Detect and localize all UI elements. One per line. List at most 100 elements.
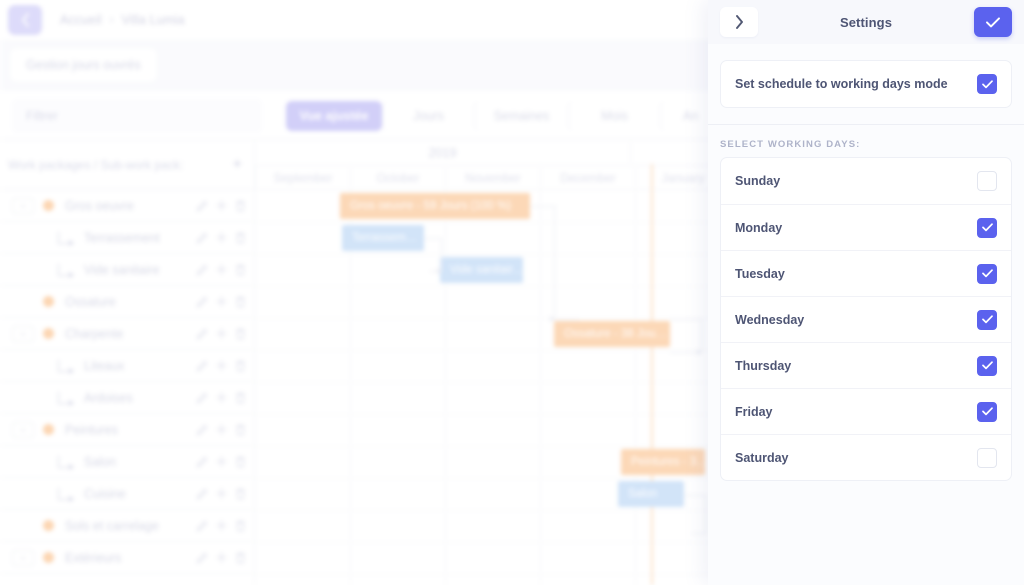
add-sub-task-icon[interactable] xyxy=(216,200,227,211)
working-day-row[interactable]: Monday xyxy=(721,204,1011,250)
table-row[interactable]: Ossature xyxy=(0,286,254,318)
table-row[interactable]: Sols et carrelage xyxy=(0,510,254,542)
edit-pencil-icon[interactable] xyxy=(196,232,208,244)
view-tab-group: Vue ajustée Jours Semaines Mois An xyxy=(286,99,720,133)
edit-pencil-icon[interactable] xyxy=(196,200,208,212)
table-row[interactable]: − Charpente xyxy=(0,318,254,350)
add-sub-task-icon[interactable] xyxy=(216,264,227,275)
edit-pencil-icon[interactable] xyxy=(196,488,208,500)
collapse-toggle-icon[interactable]: − xyxy=(12,325,34,342)
edit-pencil-icon[interactable] xyxy=(196,392,208,404)
task-name: Extérieurs xyxy=(65,550,122,565)
delete-trash-icon[interactable] xyxy=(235,232,246,244)
working-day-row[interactable]: Wednesday xyxy=(721,296,1011,342)
row-actions xyxy=(196,520,246,532)
working-day-label: Saturday xyxy=(735,450,789,465)
table-row[interactable]: Salon xyxy=(0,446,254,478)
app-root: Accueil › Villa Lumia Gestion jours ouvr… xyxy=(0,0,1024,585)
working-days-mode-checkbox[interactable] xyxy=(977,74,997,94)
table-row[interactable]: Vide sanitaire xyxy=(0,254,254,286)
working-day-row[interactable]: Sunday xyxy=(721,158,1011,204)
delete-trash-icon[interactable] xyxy=(235,488,246,500)
breadcrumb-current[interactable]: Villa Lumia xyxy=(122,13,185,27)
delete-trash-icon[interactable] xyxy=(235,360,246,372)
working-day-checkbox[interactable] xyxy=(977,217,997,238)
collapse-toggle-icon[interactable]: − xyxy=(12,421,34,438)
working-day-checkbox[interactable] xyxy=(977,309,997,330)
view-tab-semaines[interactable]: Semaines xyxy=(474,101,568,131)
working-day-row[interactable]: Tuesday xyxy=(721,250,1011,296)
edit-pencil-icon[interactable] xyxy=(196,360,208,372)
status-dot-icon xyxy=(43,296,54,307)
add-sub-task-icon[interactable] xyxy=(216,232,227,243)
collapse-toggle-icon[interactable]: − xyxy=(12,197,34,214)
table-row[interactable]: Cuisine xyxy=(0,478,254,510)
delete-trash-icon[interactable] xyxy=(235,264,246,276)
working-day-row[interactable]: Saturday xyxy=(721,434,1011,480)
working-day-checkbox[interactable] xyxy=(977,263,997,284)
delete-trash-icon[interactable] xyxy=(235,200,246,212)
table-row[interactable]: − Gros oeuvre xyxy=(0,190,254,222)
working-days-mode-row[interactable]: Set schedule to working days mode xyxy=(721,61,1011,107)
gantt-month-label: November xyxy=(445,166,540,190)
add-sub-task-icon[interactable] xyxy=(216,520,227,531)
delete-trash-icon[interactable] xyxy=(235,552,246,564)
collapse-toggle-icon[interactable]: − xyxy=(12,549,34,566)
edit-pencil-icon[interactable] xyxy=(196,520,208,532)
add-sub-task-icon[interactable] xyxy=(216,328,227,339)
gantt-task-bar[interactable]: Gros oeuvre - 59 Jours (100 %) xyxy=(340,193,530,219)
delete-trash-icon[interactable] xyxy=(235,296,246,308)
delete-trash-icon[interactable] xyxy=(235,456,246,468)
edit-pencil-icon[interactable] xyxy=(196,264,208,276)
edit-pencil-icon[interactable] xyxy=(196,296,208,308)
working-day-checkbox[interactable] xyxy=(977,447,997,468)
today-marker-line xyxy=(651,190,653,585)
working-day-checkbox[interactable] xyxy=(977,401,997,422)
working-day-row[interactable]: Thursday xyxy=(721,342,1011,388)
delete-trash-icon[interactable] xyxy=(235,392,246,404)
task-name: Charpente xyxy=(65,326,124,341)
gantt-task-bar[interactable]: Salon xyxy=(618,481,684,507)
breadcrumb-home[interactable]: Accueil xyxy=(60,13,102,27)
table-row[interactable]: Ardoises xyxy=(0,382,254,414)
table-row[interactable]: − Extérieurs xyxy=(0,542,254,574)
tab-gestion-jours-ouvres[interactable]: Gestion jours ouvrés xyxy=(10,48,157,82)
task-table-header: Work packages / Sub-work pack: + xyxy=(0,140,254,190)
working-day-checkbox[interactable] xyxy=(977,355,997,376)
add-sub-task-icon[interactable] xyxy=(216,456,227,467)
edit-pencil-icon[interactable] xyxy=(196,552,208,564)
add-sub-task-icon[interactable] xyxy=(216,296,227,307)
back-button[interactable] xyxy=(8,5,42,35)
edit-pencil-icon[interactable] xyxy=(196,424,208,436)
table-row[interactable]: Liteaux xyxy=(0,350,254,382)
add-sub-task-icon[interactable] xyxy=(216,552,227,563)
add-sub-task-icon[interactable] xyxy=(216,424,227,435)
collapse-panel-button[interactable] xyxy=(720,7,758,37)
add-sub-task-icon[interactable] xyxy=(216,360,227,371)
table-row[interactable]: − Peintures xyxy=(0,414,254,446)
add-work-package-icon[interactable]: + xyxy=(233,156,242,173)
delete-trash-icon[interactable] xyxy=(235,328,246,340)
confirm-settings-button[interactable] xyxy=(974,7,1012,37)
toggle-spacer xyxy=(12,390,34,406)
working-day-row[interactable]: Friday xyxy=(721,388,1011,434)
edit-pencil-icon[interactable] xyxy=(196,328,208,340)
dependency-link xyxy=(554,206,555,319)
working-day-checkbox[interactable] xyxy=(977,171,997,191)
add-sub-task-icon[interactable] xyxy=(216,488,227,499)
view-tab-vue-ajustee[interactable]: Vue ajustée xyxy=(286,101,382,131)
delete-trash-icon[interactable] xyxy=(235,520,246,532)
gantt-task-bar[interactable]: Peintures - 3… xyxy=(621,449,705,475)
view-tab-jours[interactable]: Jours xyxy=(382,101,474,131)
table-row[interactable]: Terrassement xyxy=(0,222,254,254)
filter-input[interactable]: Filtrer xyxy=(12,98,262,133)
gantt-task-bar[interactable]: Ossature - 38 Jou… xyxy=(554,321,670,347)
toggle-spacer xyxy=(12,454,34,470)
gantt-task-bar[interactable]: Vide sanitair… xyxy=(440,257,523,283)
edit-pencil-icon[interactable] xyxy=(196,456,208,468)
add-sub-task-icon[interactable] xyxy=(216,392,227,403)
sub-task-arrow-icon xyxy=(58,487,74,502)
delete-trash-icon[interactable] xyxy=(235,424,246,436)
view-tab-mois[interactable]: Mois xyxy=(568,101,660,131)
gantt-task-bar[interactable]: Terrassem… xyxy=(342,225,424,251)
